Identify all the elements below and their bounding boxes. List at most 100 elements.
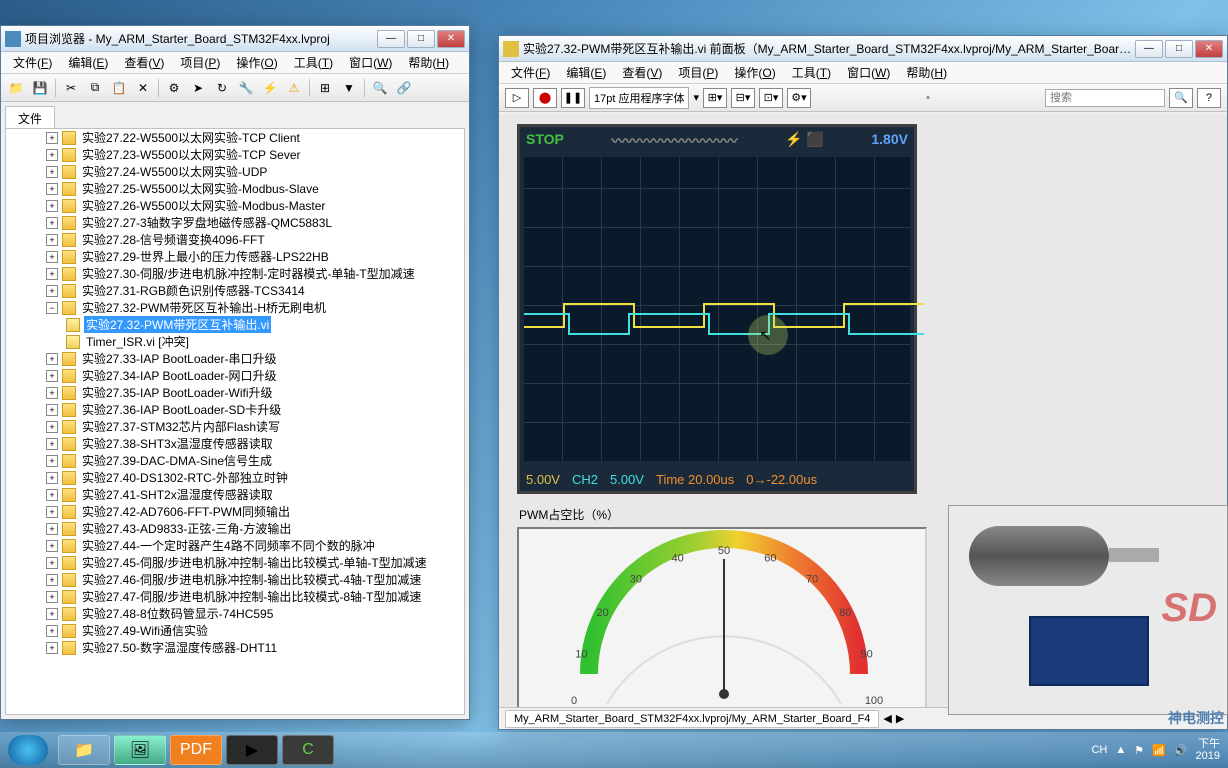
menu-item[interactable]: 文件(F) [5,52,60,73]
project-tree[interactable]: +实验27.22-W5500以太网实验-TCP Client+实验27.23-W… [5,128,465,715]
expand-icon[interactable]: + [46,370,58,382]
tree-item[interactable]: +实验27.26-W5500以太网实验-Modbus-Master [6,197,464,214]
search-input[interactable] [1045,89,1165,107]
tree-item[interactable]: +实验27.28-信号频谱变换4096-FFT [6,231,464,248]
expand-icon[interactable]: + [46,132,58,144]
tree-item[interactable]: +实验27.42-AD7606-FFT-PWM同频输出 [6,503,464,520]
expand-icon[interactable]: + [46,183,58,195]
tree-item[interactable]: +实验27.44-一个定时器产生4路不同频率不同个数的脉冲 [6,537,464,554]
tree-item[interactable]: +实验27.27-3轴数字罗盘地磁传感器-QMC5883L [6,214,464,231]
tree-item[interactable]: +实验27.25-W5500以太网实验-Modbus-Slave [6,180,464,197]
ime-indicator[interactable]: CH [1091,744,1107,756]
network-icon[interactable]: 📶 [1152,744,1166,757]
build-icon[interactable]: ⚙ [163,77,185,99]
menu-item[interactable]: 工具(T) [784,62,839,83]
expand-icon[interactable]: + [46,217,58,229]
nav-right-icon[interactable]: ▶ [896,712,904,725]
tree-item[interactable]: +实验27.23-W5500以太网实验-TCP Sever [6,146,464,163]
menu-item[interactable]: 查看(V) [116,52,172,73]
open-icon[interactable]: 📁 [5,77,27,99]
tree-item[interactable]: +实验27.37-STM32芯片内部Flash读写 [6,418,464,435]
tree-item[interactable]: +实验27.39-DAC-DMA-Sine信号生成 [6,452,464,469]
tree-item[interactable]: +实验27.34-IAP BootLoader-网口升级 [6,367,464,384]
filter-icon[interactable]: ▼ [338,77,360,99]
align-button[interactable]: ⊞▾ [703,88,727,108]
arrow-icon[interactable]: ➤ [187,77,209,99]
clock-time[interactable]: 下午 [1196,738,1220,750]
expand-icon[interactable]: + [46,625,58,637]
warning-icon[interactable]: ⚠ [283,77,305,99]
expand-icon[interactable]: + [46,149,58,161]
tool2-icon[interactable]: ⚡ [259,77,281,99]
link-icon[interactable]: 🔗 [393,77,415,99]
expand-icon[interactable]: + [46,200,58,212]
tree-item[interactable]: +实验27.50-数字温湿度传感器-DHT11 [6,639,464,656]
labview-task[interactable]: ▶ [226,735,278,765]
expand-icon[interactable]: + [46,540,58,552]
expand-icon[interactable]: + [46,438,58,450]
close-button[interactable]: ✕ [1195,40,1223,58]
abort-button[interactable]: ⬤ [533,88,557,108]
expand-icon[interactable]: + [46,608,58,620]
explorer-task[interactable]: 📁 [58,735,110,765]
tree-item[interactable]: +实验27.49-Wifi通信实验 [6,622,464,639]
menu-item[interactable]: 编辑(E) [60,52,116,73]
minimize-button[interactable]: — [377,30,405,48]
tree-item[interactable]: +实验27.29-世界上最小的压力传感器-LPS22HB [6,248,464,265]
tree-item[interactable]: +实验27.40-DS1302-RTC-外部独立时钟 [6,469,464,486]
menu-item[interactable]: 编辑(E) [558,62,614,83]
search-icon[interactable]: 🔍 [1169,88,1193,108]
tree-item[interactable]: +实验27.46-伺服/步进电机脉冲控制-输出比较模式-4轴-T型加减速 [6,571,464,588]
pwm-gauge[interactable]: 0102030405060708090100 [517,527,927,707]
expand-icon[interactable]: + [46,234,58,246]
find-icon[interactable]: 🔍 [369,77,391,99]
tool-icon[interactable]: 🔧 [235,77,257,99]
tree-item[interactable]: +实验27.30-伺服/步进电机脉冲控制-定时器模式-单轴-T型加减速 [6,265,464,282]
tree-icon[interactable]: ⊞ [314,77,336,99]
tree-item[interactable]: +实验27.35-IAP BootLoader-Wifi升级 [6,384,464,401]
titlebar[interactable]: 实验27.32-PWM带死区互补输出.vi 前面板（My_ARM_Starter… [499,36,1227,62]
expand-icon[interactable]: + [46,506,58,518]
menu-item[interactable]: 查看(V) [614,62,670,83]
camtasia-task[interactable]: C [282,735,334,765]
clock-date[interactable]: 2019 [1196,750,1220,762]
tree-item[interactable]: +实验27.45-伺服/步进电机脉冲控制-输出比较模式-单轴-T型加减速 [6,554,464,571]
font-selector[interactable]: 17pt 应用程序字体 [589,87,689,109]
expand-icon[interactable]: + [46,642,58,654]
menu-item[interactable]: 项目(P) [172,52,228,73]
status-path[interactable]: My_ARM_Starter_Board_STM32F4xx.lvproj/My… [505,710,879,728]
action-center-icon[interactable]: ⚑ [1134,744,1144,757]
font-dropdown-icon[interactable]: ▾ [693,91,699,104]
expand-icon[interactable]: + [46,166,58,178]
menu-item[interactable]: 窗口(W) [839,62,898,83]
tree-item[interactable]: 实验27.32-PWM带死区互补输出.vi [6,316,464,333]
expand-icon[interactable]: + [46,285,58,297]
expand-icon[interactable]: + [46,489,58,501]
expand-icon[interactable]: + [46,472,58,484]
tree-item[interactable]: −实验27.32-PWM带死区互补输出-H桥无刷电机 [6,299,464,316]
expand-icon[interactable]: + [46,455,58,467]
tree-item[interactable]: +实验27.36-IAP BootLoader-SD卡升级 [6,401,464,418]
expand-icon[interactable]: + [46,591,58,603]
tree-item[interactable]: +实验27.41-SHT2x温湿度传感器读取 [6,486,464,503]
tree-item[interactable]: Timer_ISR.vi [冲突] [6,333,464,350]
tree-item[interactable]: +实验27.24-W5500以太网实验-UDP [6,163,464,180]
cut-icon[interactable]: ✂ [60,77,82,99]
foxit-task[interactable]: PDF [170,735,222,765]
close-button[interactable]: ✕ [437,30,465,48]
distribute-button[interactable]: ⊟▾ [731,88,755,108]
help-icon[interactable]: ? [1197,88,1221,108]
menu-item[interactable]: 窗口(W) [341,52,400,73]
tree-item[interactable]: +实验27.31-RGB颜色识别传感器-TCS3414 [6,282,464,299]
expand-icon[interactable]: + [46,251,58,263]
menu-item[interactable]: 文件(F) [503,62,558,83]
menu-item[interactable]: 帮助(H) [400,52,457,73]
maximize-button[interactable]: □ [1165,40,1193,58]
tree-item[interactable]: +实验27.22-W5500以太网实验-TCP Client [6,129,464,146]
collapse-icon[interactable]: − [46,302,58,314]
pause-button[interactable]: ❚❚ [561,88,585,108]
photo-task[interactable]: 🖼 [114,735,166,765]
tree-item[interactable]: +实验27.38-SHT3x温湿度传感器读取 [6,435,464,452]
menu-item[interactable]: 帮助(H) [898,62,955,83]
titlebar[interactable]: 项目浏览器 - My_ARM_Starter_Board_STM32F4xx.l… [1,26,469,52]
